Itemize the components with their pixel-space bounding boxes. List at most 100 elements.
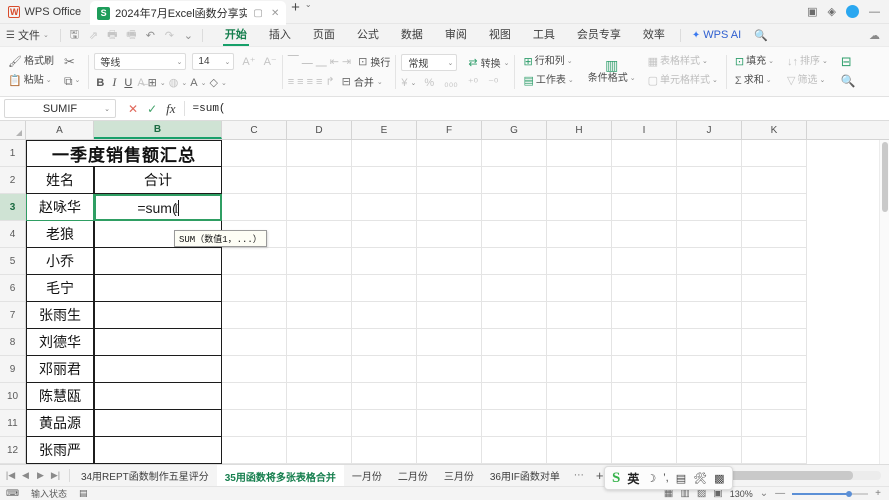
cell-c11[interactable] [222, 410, 287, 437]
chevron-down-icon[interactable]: ⌄ [160, 79, 166, 87]
cell-c1[interactable] [222, 140, 287, 167]
font-color-icon[interactable]: A [190, 77, 197, 89]
cell-e9[interactable] [352, 356, 417, 383]
punctuation-icon[interactable]: ’, [663, 472, 669, 484]
zoom-level-label[interactable]: 130% [730, 489, 753, 499]
cell-i7[interactable] [612, 302, 677, 329]
cell-k4[interactable] [742, 221, 807, 248]
cell-f4[interactable] [417, 221, 482, 248]
cell-b7[interactable] [94, 302, 222, 329]
cell-e2[interactable] [352, 167, 417, 194]
rows-columns-button[interactable]: ⊞ 行和列 ⌄ [520, 54, 576, 70]
cell-a4[interactable]: 老狼 [26, 221, 94, 248]
file-menu-button[interactable]: ☰ 文件 ⌄ [0, 27, 56, 43]
cancel-formula-button[interactable]: ✕ [128, 102, 138, 116]
chevron-down-icon[interactable]: ⌄ [305, 0, 312, 23]
tab-member[interactable]: 会员专享 [566, 24, 632, 46]
borders-icon[interactable]: ⊞ [148, 76, 157, 89]
format-painter-button[interactable]: 🖌 格式刷 [5, 54, 57, 70]
conditional-format-button[interactable]: ▥ 条件格式 ⌄ [585, 57, 639, 87]
print-icon[interactable]: 🖶 [103, 26, 122, 45]
cell-h6[interactable] [547, 275, 612, 302]
cell-d10[interactable] [287, 383, 352, 410]
cell-a5[interactable]: 小乔 [26, 248, 94, 275]
tab-page[interactable]: 页面 [302, 24, 346, 46]
cell-j2[interactable] [677, 167, 742, 194]
percent-icon[interactable]: % [424, 77, 434, 89]
cell-d6[interactable] [287, 275, 352, 302]
cell-i10[interactable] [612, 383, 677, 410]
cell-j8[interactable] [677, 329, 742, 356]
cell-k12[interactable] [742, 437, 807, 464]
column-header-j[interactable]: J [677, 121, 742, 139]
cell-g3[interactable] [482, 194, 547, 221]
cell-a11[interactable]: 黄品源 [26, 410, 94, 437]
decrease-font-size-icon[interactable]: A⁻ [264, 55, 277, 68]
next-sheet-button[interactable]: ▶ [33, 470, 48, 481]
cell-h12[interactable] [547, 437, 612, 464]
strikethrough-icon[interactable]: A̶ [137, 77, 144, 89]
name-box[interactable]: SUMIF ⌄ [4, 99, 116, 118]
cell-j7[interactable] [677, 302, 742, 329]
cell-k3[interactable] [742, 194, 807, 221]
chevron-down-icon[interactable]: ⌄ [411, 79, 417, 87]
cell-k2[interactable] [742, 167, 807, 194]
number-format-select[interactable]: 常规 ⌄ [401, 54, 457, 71]
minimize-icon[interactable]: — [869, 6, 880, 18]
cell-h5[interactable] [547, 248, 612, 275]
cell-j1[interactable] [677, 140, 742, 167]
cut-button[interactable]: ✂ [61, 54, 83, 70]
row-header-5[interactable]: 5 [0, 248, 26, 275]
column-header-d[interactable]: D [287, 121, 352, 139]
cell-b9[interactable] [94, 356, 222, 383]
cell-k5[interactable] [742, 248, 807, 275]
orientation-icon[interactable]: ↱ [325, 75, 334, 88]
toolbox-icon[interactable]: 🛠 [693, 472, 707, 485]
cell-f2[interactable] [417, 167, 482, 194]
search-icon[interactable]: 🔍 [748, 29, 774, 42]
cell-b11[interactable] [94, 410, 222, 437]
sheet-info-icon[interactable]: ▤ [73, 488, 94, 499]
quick-access-more-icon[interactable]: ⌄ [179, 29, 198, 42]
cell-d9[interactable] [287, 356, 352, 383]
cell-f3[interactable] [417, 194, 482, 221]
confirm-formula-button[interactable]: ✓ [147, 102, 157, 116]
column-header-c[interactable]: C [222, 121, 287, 139]
tab-start[interactable]: 开始 [214, 24, 258, 46]
align-right-icon[interactable]: ≡ [307, 76, 313, 88]
formula-input[interactable]: =sum( [185, 103, 889, 115]
scrollbar-thumb[interactable] [882, 142, 888, 212]
cell-b5[interactable] [94, 248, 222, 275]
find-button[interactable]: 🔍 [838, 73, 859, 89]
cell-g10[interactable] [482, 383, 547, 410]
cell-c9[interactable] [222, 356, 287, 383]
cell-h2[interactable] [547, 167, 612, 194]
tab-formula[interactable]: 公式 [346, 24, 390, 46]
tab-data[interactable]: 数据 [390, 24, 434, 46]
chevron-down-icon[interactable]: ⌄ [760, 488, 768, 499]
cell-h3[interactable] [547, 194, 612, 221]
cell-e7[interactable] [352, 302, 417, 329]
cell-j3[interactable] [677, 194, 742, 221]
cell-a8[interactable]: 刘德华 [26, 329, 94, 356]
cell-h9[interactable] [547, 356, 612, 383]
cell-g1[interactable] [482, 140, 547, 167]
cell-f9[interactable] [417, 356, 482, 383]
select-all-corner[interactable] [0, 121, 26, 139]
cell-g11[interactable] [482, 410, 547, 437]
italic-button[interactable]: I [109, 75, 119, 90]
chevron-down-icon[interactable]: ⌄ [181, 79, 187, 87]
cell-g6[interactable] [482, 275, 547, 302]
cell-a10[interactable]: 陈慧瓯 [26, 383, 94, 410]
cell-b6[interactable] [94, 275, 222, 302]
apps-icon[interactable]: ▩ [714, 472, 724, 485]
wrap-text-icon[interactable]: ⊡ [358, 55, 367, 68]
cell-g7[interactable] [482, 302, 547, 329]
chevron-down-icon[interactable]: ⌄ [377, 78, 383, 86]
cell-d12[interactable] [287, 437, 352, 464]
cell-b8[interactable] [94, 329, 222, 356]
decrease-indent-icon[interactable]: ⇤ [330, 55, 339, 68]
share-icon[interactable]: ⇗ [84, 29, 103, 42]
align-middle-icon[interactable]: ⎼ [302, 55, 313, 68]
convert-label[interactable]: 转换 [481, 55, 501, 70]
